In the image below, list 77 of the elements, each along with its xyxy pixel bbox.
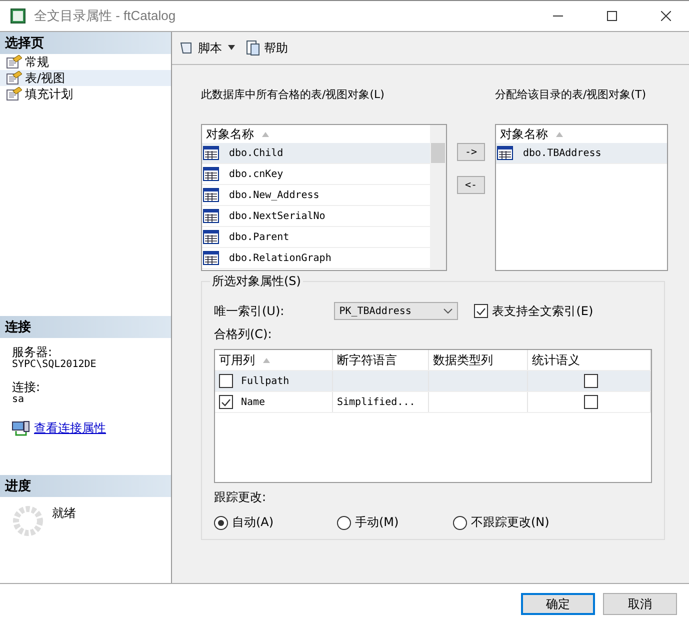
table-icon (203, 167, 219, 181)
status-text: 就绪 (52, 505, 76, 522)
help-button[interactable]: 帮助 (243, 38, 290, 58)
table-icon (203, 209, 219, 223)
close-icon (661, 11, 671, 21)
table-icon (203, 146, 219, 160)
radio-option[interactable]: 不跟踪更改(N) (453, 514, 569, 531)
table-icon (203, 230, 219, 244)
ok-button[interactable]: 确定 (521, 593, 595, 615)
table-icon (203, 188, 219, 202)
properties-icon (6, 87, 22, 101)
section-header: 进度 (0, 475, 171, 497)
list-label: 此数据库中所有合格的表/视图对象(L) (201, 89, 386, 103)
cancel-button[interactable]: 取消 (603, 593, 677, 615)
login-name: sa (11, 394, 26, 406)
page-item[interactable]: 表/视图 (0, 70, 171, 86)
move-button[interactable]: <- (457, 176, 485, 194)
radio-option[interactable]: 手动(M) (337, 514, 453, 531)
page-item[interactable]: 常规 (0, 54, 171, 70)
scrollbar[interactable] (430, 125, 446, 270)
index-dropdown[interactable]: PK_TBAddress (334, 302, 458, 320)
list-row[interactable]: dbo.cnKey (202, 164, 430, 185)
list-row[interactable]: dbo.TBAddress (496, 143, 667, 164)
table-cell: Name (215, 392, 333, 412)
list-label: 分配给该目录的表/视图对象(T) (495, 89, 648, 103)
column-header[interactable]: 断字符语言 (333, 350, 429, 370)
maximize-icon (607, 11, 617, 21)
sort-icon (263, 358, 270, 362)
column-header[interactable]: 对象名称 (202, 125, 430, 143)
table-cell: Fullpath (215, 371, 333, 391)
chevron-icon (443, 308, 454, 314)
page-item[interactable]: 填充计划 (0, 86, 171, 102)
server-label: 服务器: (11, 346, 54, 359)
spinner-icon (12, 505, 44, 537)
object-list[interactable]: 对象名称 dbo.Child dbo.cnKey dbo.New_Address dbo.NextSerialNo dbo.Parent dbo.RelationGraph (201, 124, 447, 271)
move-button[interactable]: -> (457, 143, 485, 161)
list-row[interactable]: dbo.NextSerialNo (202, 206, 430, 227)
semantics-checkbox[interactable] (584, 374, 598, 388)
server-name: SYPC\SQL2012DE (11, 359, 98, 371)
radio-dot-icon (218, 520, 224, 526)
properties-icon (6, 55, 22, 69)
column-header[interactable]: 数据类型列 (429, 350, 528, 370)
window-title: 全文目录属性 - ftCatalog (34, 7, 177, 25)
fulltext-checkbox[interactable]: 表支持全文索引(E) (474, 302, 594, 320)
list-row[interactable]: dbo.RelationGraph (202, 248, 430, 269)
table-icon (497, 146, 513, 160)
field-label: 合格列(C): (214, 327, 272, 341)
section-header: 选择页 (0, 32, 171, 54)
properties-icon (6, 71, 22, 85)
column-checkbox[interactable] (219, 395, 233, 409)
field-label: 唯一索引(U): (214, 302, 284, 320)
list-row[interactable]: dbo.Parent (202, 227, 430, 248)
column-header[interactable]: 统计语义 (528, 350, 651, 370)
column-checkbox[interactable] (219, 374, 233, 388)
column-header[interactable]: 可用列 (215, 350, 333, 370)
radio-option[interactable]: 自动(A) (214, 514, 337, 531)
login-label: 连接: (11, 381, 42, 394)
list-row[interactable]: dbo.Child (202, 143, 430, 164)
semantics-checkbox[interactable] (584, 395, 598, 409)
column-header[interactable]: 对象名称 (496, 125, 667, 143)
script-button[interactable]: 脚本 (177, 38, 239, 58)
table-icon (203, 251, 219, 265)
section-header: 连接 (0, 316, 171, 338)
check-icon (476, 306, 486, 316)
catalog-icon (10, 8, 26, 24)
table-cell: Simplified... (333, 392, 429, 412)
check-icon (221, 398, 231, 406)
caret-icon (225, 45, 237, 51)
sort-icon (262, 132, 269, 136)
list-row[interactable]: dbo.New_Address (202, 185, 430, 206)
object-list[interactable]: 对象名称 dbo.TBAddress (495, 124, 668, 271)
document-icon (245, 40, 261, 56)
sort-icon (556, 132, 563, 136)
group-title: 所选对象属性(S) (211, 273, 302, 290)
connection-link[interactable]: 查看连接属性 (34, 420, 106, 437)
field-label: 跟踪更改: (214, 490, 266, 504)
computer-icon (12, 420, 30, 436)
